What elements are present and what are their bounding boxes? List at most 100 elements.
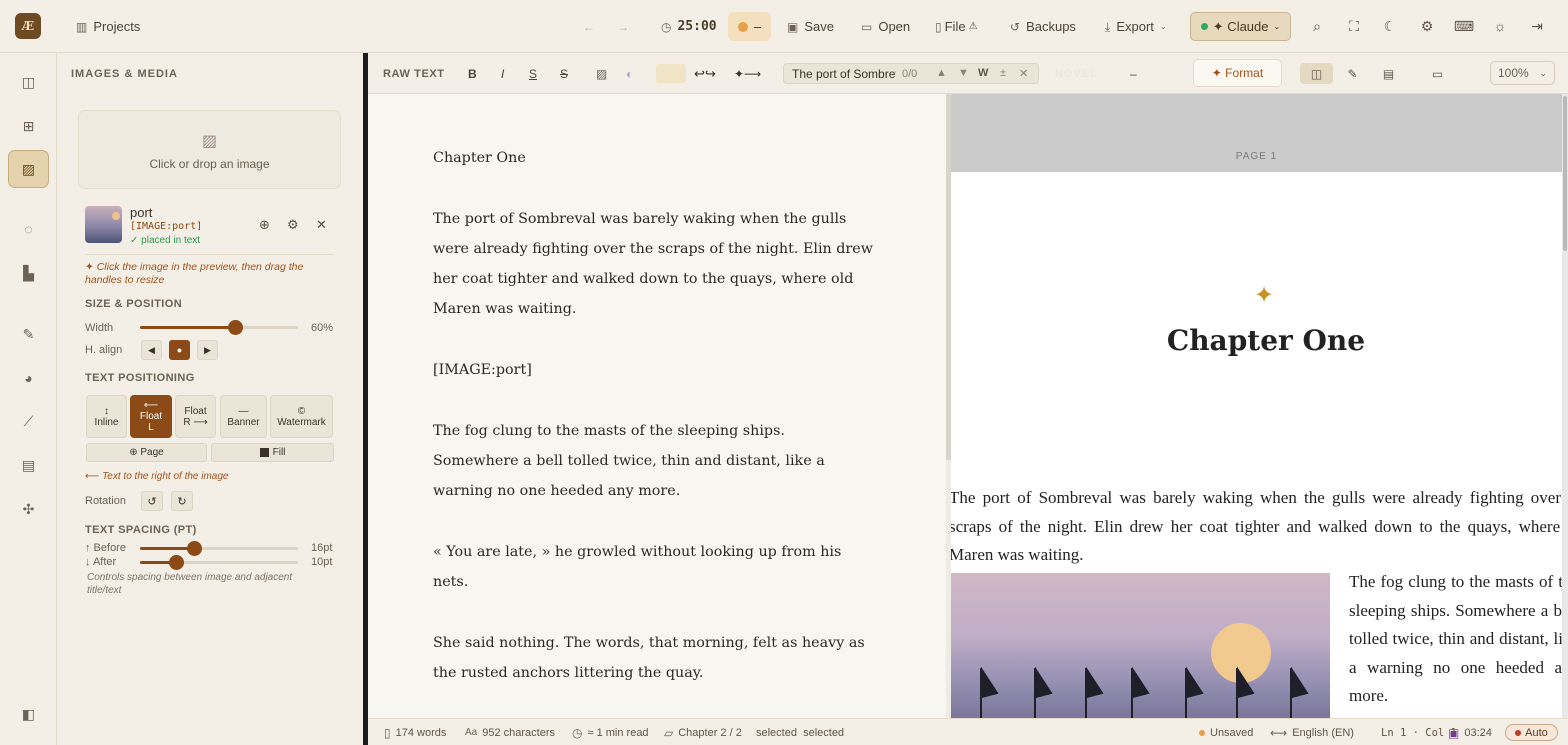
editor-paragraph: The fog clung to the masts of the sleepi… [433,422,825,500]
dash-button[interactable]: – [1130,53,1137,94]
whole-word-toggle[interactable]: W [978,67,988,79]
fill-button[interactable]: Fill [211,443,334,462]
align-left-button[interactable]: ◀ [141,340,162,360]
rail-typewriter-button[interactable]: ✎ [8,315,49,353]
rail-book-button[interactable]: ▤ [8,446,49,484]
chapter-indicator[interactable]: ▱ Chapter 2 / 2 [664,719,742,745]
before-spacing-slider[interactable] [140,541,298,556]
find-box[interactable]: The port of Sombreval 0/0 ▲ ▼ W ± ✕ [783,63,1039,84]
projects-button[interactable]: ▥ Projects [76,0,140,53]
image-drop-zone[interactable]: ▨ Click or drop an image [78,110,341,189]
find-input[interactable]: The port of Sombreval [792,67,896,81]
preview-scrollbar[interactable] [1562,94,1568,718]
position-banner-button[interactable]: — Banner [220,395,267,438]
selection-status: selected selected [756,719,844,745]
strikethrough-button[interactable]: S [560,53,568,94]
selection-value: selected selected [756,726,845,739]
find-close-button[interactable]: ✕ [1019,67,1028,80]
insert-image-button[interactable]: ▨ [596,53,607,94]
edit-view-button[interactable]: ✎ [1336,63,1369,84]
editor-content[interactable]: Chapter One The port of Sombreval was ba… [433,143,873,718]
find-prev-button[interactable]: ▲ [936,67,947,79]
rail-palette-button[interactable]: ◕ [8,359,49,397]
rail-stats-button[interactable]: ▙ [8,254,49,292]
dark-mode-button[interactable]: ☾ [1381,17,1399,35]
rail-analytics-button[interactable]: ⟋ [8,402,49,440]
position-float-right-button[interactable]: Float R ⟶ [175,395,216,438]
books-icon: ▥ [76,19,88,34]
split-view-button[interactable]: ◫ [1300,63,1333,84]
rail-board-button[interactable]: ⊞ [8,107,49,145]
position-watermark-button[interactable]: © Watermark [270,395,333,438]
position-inline-button[interactable]: ↕ Inline [86,395,127,438]
projects-label: Projects [93,19,141,34]
save-label: Save [804,19,834,34]
comment-button[interactable]: ◐ [626,53,633,94]
slider-handle[interactable] [169,555,185,570]
undo-button[interactable]: ← [583,0,595,53]
autosave-toggle[interactable]: Auto [1505,724,1558,741]
pen-icon: ✎ [22,325,35,342]
editor-toolbar: RAW TEXT B I S S ▨ ◐ ↩↪ ✦⟶ The port of S… [368,53,1568,94]
image-settings-button[interactable]: ⚙ [287,217,299,233]
slider-handle[interactable] [227,320,243,335]
save-button[interactable]: ▣ Save [787,0,834,53]
debug-button[interactable]: ☼ [1491,17,1509,35]
pomodoro-toggle[interactable]: – [728,12,771,41]
keyboard-button[interactable]: ⌨ [1454,17,1474,35]
open-button[interactable]: ▭ Open [861,0,910,53]
after-spacing-slider[interactable] [140,555,298,570]
italic-button[interactable]: I [501,53,504,94]
image-list-item[interactable]: port [IMAGE:port] ✓ placed in text ⊕ ⚙ ✕ [85,205,335,247]
backups-button[interactable]: ↺ Backups [1010,0,1076,53]
page-anchor-button[interactable]: ⊕ Page [86,443,207,462]
position-label: Float [184,405,207,417]
language-selector[interactable]: ⟷ English (EN) [1270,719,1354,745]
image-tag: [IMAGE:port] [130,221,203,232]
arrow-left-icon: ⟵ [143,400,159,411]
editor-paragraph: She said nothing. The words, that mornin… [433,634,865,681]
timer-button[interactable]: ◷ 25:00 [661,0,717,53]
preview-view-button[interactable]: ▤ [1372,63,1405,84]
rail-comments-button[interactable]: ◌ [8,210,49,248]
line-break-button[interactable]: ↩↪ [694,53,716,94]
case-toggle[interactable]: ± [1000,67,1006,79]
scene-break-button[interactable]: ✦⟶ [734,53,761,94]
position-float-left-button[interactable]: ⟵ Float L [130,395,172,438]
locate-image-button[interactable]: ⊕ [259,217,270,233]
raw-text-editor[interactable]: Chapter One The port of Sombreval was ba… [368,94,946,718]
remove-image-button[interactable]: ✕ [316,217,327,233]
rotate-left-button[interactable]: ↺ [141,491,163,511]
fullscreen-button[interactable]: ⛶ [1345,17,1363,35]
novel-mode-button[interactable]: NOVEL [1055,53,1098,94]
align-right-button[interactable]: ▶ [197,340,218,360]
file-button[interactable]: ▯ File ⚠ [935,0,978,53]
width-slider[interactable] [140,320,298,335]
rail-collapse-button[interactable]: ◧ [8,695,49,733]
page-preview[interactable]: PAGE 1 ✦ Chapter One The port of Sombrev… [951,94,1562,718]
underline-button[interactable]: S [529,53,537,94]
rail-chapters-button[interactable]: ◫ [8,63,49,101]
image-icon: ▨ [596,66,608,81]
format-button[interactable]: ✦ Format [1193,59,1282,87]
rotate-right-button[interactable]: ↻ [171,491,193,511]
logout-button[interactable]: ⇥ [1528,17,1546,35]
preview-image-port[interactable] [951,573,1330,718]
export-button[interactable]: ⤓ Export ⌄ [1105,0,1167,53]
slider-handle[interactable] [186,541,202,556]
align-center-button[interactable]: ● [169,340,190,360]
float-hint: ⟵ Text to the right of the image [85,471,229,482]
find-next-button[interactable]: ▼ [958,67,969,79]
zoom-select[interactable]: 100% ⌄ [1490,61,1555,85]
highlight-button[interactable] [656,53,686,94]
editor-paragraph: The port of Sombreval was barely waking … [433,210,873,318]
settings-button[interactable]: ⚙ [1418,17,1436,35]
rail-images-button[interactable]: ▨ [8,150,49,188]
logout-icon: ⇥ [1531,17,1543,34]
bold-button[interactable]: B [468,53,477,94]
search-button[interactable]: ⌕ [1308,17,1326,35]
ai-assistant-button[interactable]: ✦ Claude ⌄ [1190,12,1291,41]
rail-plugins-button[interactable]: ✣ [8,490,49,528]
redo-button[interactable]: → [617,0,629,53]
print-layout-button[interactable]: ▭ [1421,63,1454,84]
